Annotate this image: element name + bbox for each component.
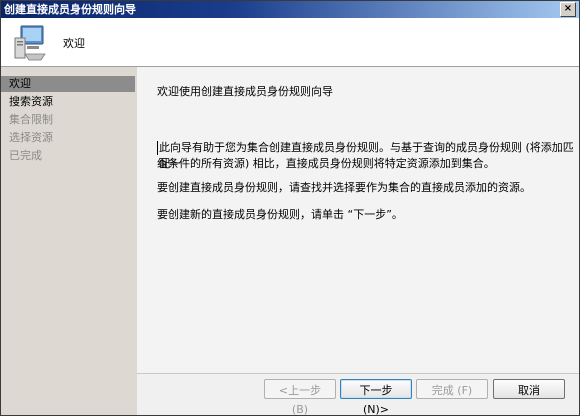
back-button[interactable]: <上一步 (B) [264, 379, 336, 415]
sidebar-item-completed: 已完成 [9, 149, 42, 162]
computer-icon [14, 25, 46, 61]
wizard-content: 欢迎使用创建直接成员身份规则向导 此向导有助于您为集合创建直接成员身份规则。与基… [137, 67, 579, 373]
cancel-button[interactable]: 取消 [493, 379, 565, 399]
sidebar-item-collection-limit: 集合限制 [9, 113, 53, 126]
sidebar-item-welcome[interactable]: 欢迎 [1, 76, 135, 92]
finish-button[interactable]: 完成 (F) [416, 379, 488, 399]
page-title: 欢迎 [63, 37, 85, 50]
sidebar-item-select-resources: 选择资源 [9, 131, 53, 144]
button-bar: <上一步 (B) 下一步 (N)> 完成 (F) 取消 [137, 374, 579, 415]
instruction-text: 要创建直接成员身份规则，请查找并选择要作为集合的直接成员添加的资源。 [157, 181, 531, 194]
window-title: 创建直接成员身份规则向导 [4, 3, 136, 16]
content-heading: 欢迎使用创建直接成员身份规则向导 [157, 85, 333, 98]
close-icon: × [563, 3, 573, 14]
wizard-steps-sidebar: 欢迎 搜索资源 集合限制 选择资源 已完成 [1, 67, 137, 415]
close-button[interactable]: × [560, 2, 576, 17]
next-button[interactable]: 下一步 (N)> [340, 379, 412, 415]
intro-text-line2: 组条件的所有资源) 相比，直接成员身份规则将特定资源添加到集合。 [157, 157, 495, 170]
text-cursor [157, 141, 158, 155]
next-step-text: 要创建新的直接成员身份规则，请单击 “下一步”。 [157, 208, 403, 221]
wizard-header: 欢迎 [1, 18, 579, 67]
title-bar[interactable]: 创建直接成员身份规则向导 × [1, 1, 579, 18]
wizard-window: 创建直接成员身份规则向导 × 欢迎 欢迎 搜索资源 集合限制 选择资源 已完成 … [0, 0, 580, 416]
sidebar-item-search-resources[interactable]: 搜索资源 [1, 94, 135, 110]
